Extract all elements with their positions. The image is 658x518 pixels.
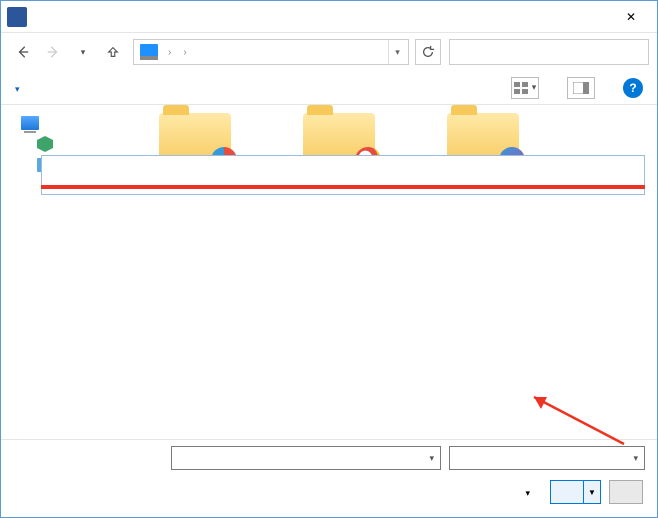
breadcrumb[interactable]: › › ▾ [133, 39, 409, 65]
sidebar-item-this-pc[interactable] [7, 113, 145, 133]
open-button[interactable]: ▼ [550, 480, 601, 504]
up-button[interactable] [99, 39, 127, 65]
bottom-panel: ▾ ▾ ▼ [1, 439, 657, 517]
file-type-select[interactable]: ▾ [449, 446, 645, 470]
view-mode-button[interactable]: ▾ [511, 77, 539, 99]
cancel-button[interactable] [609, 480, 643, 504]
close-icon: ✕ [626, 10, 636, 24]
forward-button[interactable] [39, 39, 67, 65]
preview-pane-button[interactable] [567, 77, 595, 99]
titlebar: ✕ [1, 1, 657, 33]
refresh-icon [421, 45, 435, 59]
chevron-right-icon: › [162, 47, 177, 58]
chevron-down-icon[interactable]: ▾ [429, 453, 434, 464]
file-name-input[interactable]: ▾ [171, 446, 441, 470]
search-input[interactable] [449, 39, 649, 65]
arrow-up-icon [106, 45, 120, 59]
organize-button[interactable] [15, 81, 20, 95]
recent-dropdown[interactable]: ▾ [69, 39, 97, 65]
dropdown-option[interactable] [42, 192, 644, 194]
panel-icon [573, 82, 589, 94]
arrow-right-icon [46, 45, 60, 59]
open-button-dropdown[interactable]: ▼ [584, 488, 600, 497]
help-button[interactable]: ? [623, 78, 643, 98]
nav-row: ▾ › › ▾ [1, 33, 657, 71]
open-button-label [551, 481, 584, 503]
chevron-right-icon: › [177, 47, 192, 58]
word-app-icon [7, 7, 27, 27]
close-button[interactable]: ✕ [611, 3, 651, 31]
file-type-dropdown[interactable] [41, 155, 645, 195]
pc-icon [140, 44, 158, 60]
chevron-down-icon: ▾ [633, 453, 638, 464]
refresh-button[interactable] [415, 39, 441, 65]
cube-icon [37, 136, 53, 152]
back-button[interactable] [9, 39, 37, 65]
help-icon: ? [629, 81, 636, 95]
tools-button[interactable] [525, 485, 530, 499]
chevron-down-icon: ▾ [532, 82, 537, 93]
view-icon [514, 82, 530, 94]
sidebar-item-3d-objects[interactable] [7, 133, 145, 155]
chevron-down-icon: ▾ [81, 47, 86, 58]
toolbar: ▾ ? [1, 71, 657, 105]
pc-icon [21, 116, 39, 130]
arrow-left-icon [16, 45, 30, 59]
breadcrumb-dropdown[interactable]: ▾ [388, 40, 406, 64]
